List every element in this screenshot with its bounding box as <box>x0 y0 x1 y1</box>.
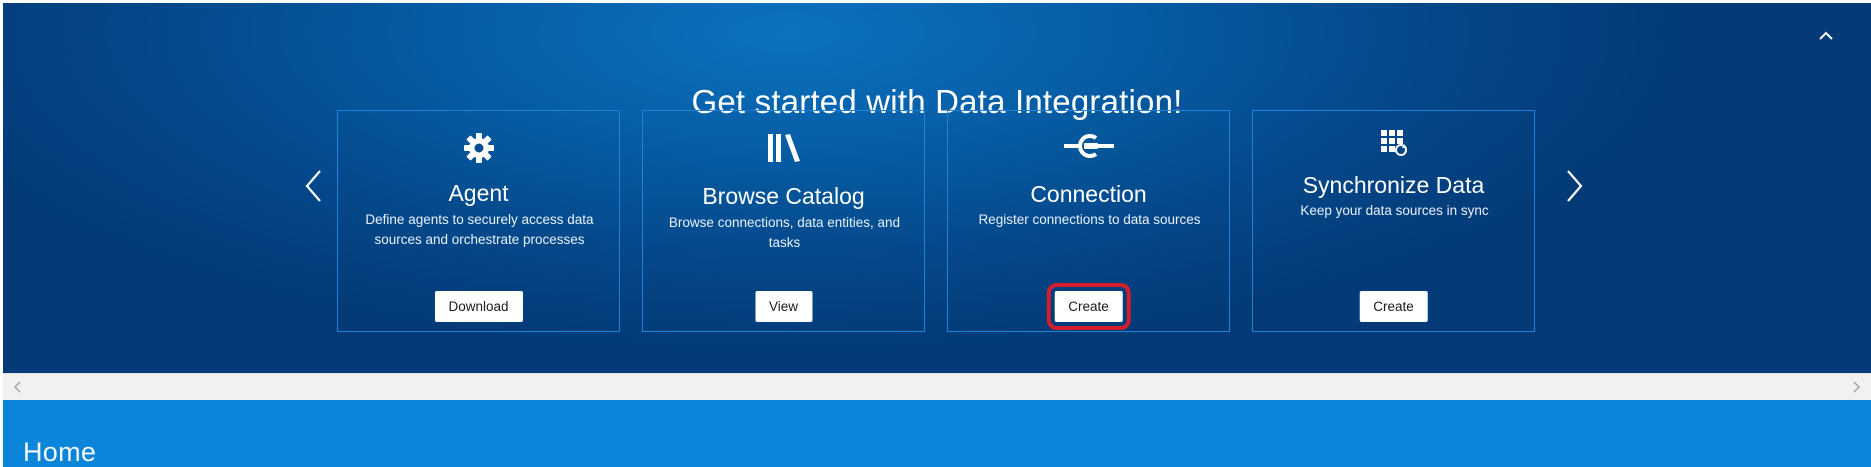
card-description: Register connections to data sources <box>978 212 1201 227</box>
card-description: Keep your data sources in sync <box>1300 203 1489 218</box>
chevron-up-icon <box>1819 31 1833 40</box>
card-title: Browse Catalog <box>702 183 865 209</box>
carousel-next-button[interactable] <box>1562 168 1586 204</box>
banner-title: Get started with Data Integration! <box>691 83 1183 121</box>
gear-icon <box>463 133 494 163</box>
card-description: Browse connections, data entities, and t… <box>668 215 901 250</box>
card-title: Synchronize Data <box>1302 172 1485 198</box>
home-header-bar: Home <box>3 400 1871 467</box>
chevron-left-icon <box>305 170 321 202</box>
card-description: Define agents to securely access data so… <box>365 212 594 247</box>
connection-plug-icon <box>1063 134 1114 158</box>
library-books-icon <box>767 134 800 162</box>
scroll-left-icon[interactable] <box>11 380 25 394</box>
scroll-right-icon[interactable] <box>1849 380 1863 394</box>
card-connection: Connection Register connections to data … <box>947 110 1230 332</box>
chevron-right-icon <box>1567 170 1583 202</box>
grid-sync-icon <box>1380 130 1407 156</box>
view-catalog-button[interactable]: View <box>754 291 813 322</box>
get-started-banner: Get started with Data Integration! Agent… <box>3 3 1871 373</box>
card-agent: Agent Define agents to securely access d… <box>337 110 620 332</box>
card-title: Agent <box>448 180 509 206</box>
card-synchronize-data: Synchronize Data Keep your data sources … <box>1252 110 1535 332</box>
card-title: Connection <box>1030 181 1147 207</box>
horizontal-scrollbar[interactable] <box>3 373 1871 400</box>
page-title: Home <box>23 437 97 467</box>
page: Get started with Data Integration! Agent… <box>0 0 1871 467</box>
card-browse-catalog: Browse Catalog Browse connections, data … <box>642 110 925 332</box>
create-sync-button[interactable]: Create <box>1359 291 1428 322</box>
create-connection-button[interactable]: Create <box>1046 283 1131 330</box>
carousel-prev-button[interactable] <box>302 168 326 204</box>
download-agent-button[interactable]: Download <box>434 291 523 322</box>
collapse-banner-button[interactable] <box>1815 25 1837 47</box>
